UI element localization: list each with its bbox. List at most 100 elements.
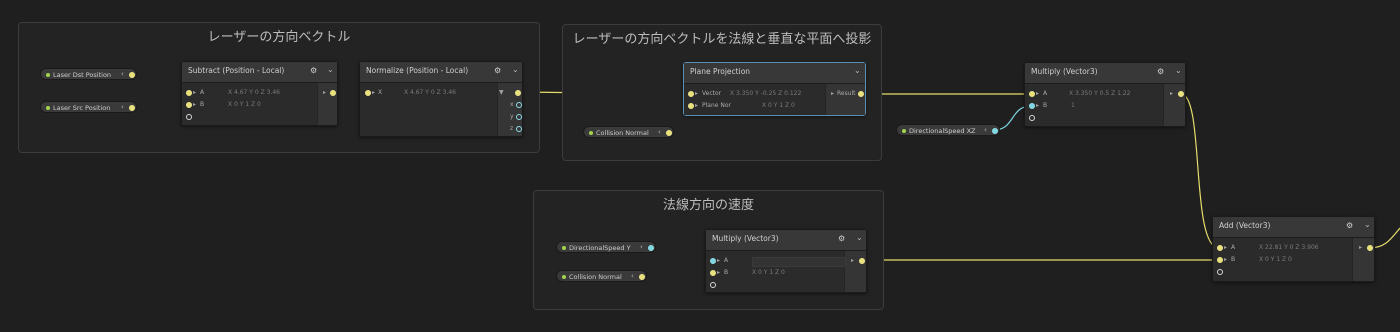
property-label: DirectionalSpeed XZ	[909, 127, 976, 135]
input-fields-b[interactable]: 1	[1071, 102, 1075, 109]
input-port-x[interactable]	[365, 90, 371, 96]
chevron-left-icon: ‹	[121, 70, 124, 78]
property-collision-normal-2[interactable]: Collision Normal ‹	[556, 270, 647, 282]
input-fields-b[interactable]: X 0 Y 1 Z 0	[228, 101, 261, 108]
node-title: Subtract (Position - Local)	[188, 66, 285, 75]
property-type-dot	[562, 245, 566, 250]
input-fields-b[interactable]: X 0 Y 1 Z 0	[752, 269, 785, 276]
gear-icon[interactable]: ⚙	[1346, 221, 1353, 230]
node-header[interactable]: Subtract (Position - Local) ⚙ ⌄	[182, 62, 337, 83]
input-fields-a[interactable]: X 4.67 Y 0 Z 3.46	[228, 89, 280, 96]
group-title[interactable]: 法線方向の速度	[534, 194, 883, 213]
node-plane-projection[interactable]: Plane Projection ⌄ ▸ Vector X 3.350 Y -0…	[683, 62, 866, 116]
output-port-y[interactable]	[516, 114, 522, 120]
output-label-z: z	[510, 125, 514, 132]
node-header[interactable]: Multiply (Vector3) ⚙ ⌄	[1025, 63, 1185, 84]
input-port-a[interactable]	[710, 258, 716, 264]
output-port[interactable]	[515, 90, 521, 96]
output-port[interactable]	[1367, 245, 1373, 251]
collapse-arrow-icon[interactable]: ▼	[499, 89, 504, 96]
add-input-port[interactable]	[1217, 269, 1223, 275]
chevron-down-icon[interactable]: ⌄	[512, 65, 519, 74]
input-fields-vector[interactable]: X 3.350 Y -0.25 Z 0.122	[730, 90, 801, 97]
input-label-vector: Vector	[702, 90, 722, 97]
input-port-a[interactable]	[186, 90, 192, 96]
add-input-port[interactable]	[1029, 115, 1035, 121]
arrow-icon: ▸	[717, 269, 721, 276]
node-title: Multiply (Vector3)	[1031, 67, 1098, 76]
node-normalize[interactable]: Normalize (Position - Local) ⚙ ⌄ ▸ X X 4…	[359, 61, 523, 137]
node-title: Add (Vector3)	[1219, 221, 1271, 230]
property-laser-dst-position[interactable]: Laser Dst Position ‹	[40, 68, 137, 80]
input-fields-x[interactable]: X 4.67 Y 0 Z 3.46	[404, 89, 456, 96]
input-label-a: A	[200, 89, 205, 96]
gear-icon[interactable]: ⚙	[838, 234, 845, 243]
add-input-port[interactable]	[710, 282, 716, 288]
chevron-left-icon: ‹	[640, 243, 643, 251]
property-label: Collision Normal	[596, 129, 649, 137]
input-port-b[interactable]	[186, 102, 192, 108]
property-directional-speed-y[interactable]: DirectionalSpeed Y ‹	[556, 241, 656, 253]
input-port-b[interactable]	[1029, 103, 1035, 109]
input-fields-a[interactable]: X 22.81 Y 0 Z 3.906	[1259, 244, 1319, 251]
gear-icon[interactable]: ⚙	[494, 66, 501, 75]
node-subtract[interactable]: Subtract (Position - Local) ⚙ ⌄ ▸ A X 4.…	[181, 61, 338, 126]
add-input-port[interactable]	[186, 114, 192, 120]
input-fields-b[interactable]: X 0 Y 1 Z 0	[1259, 256, 1292, 263]
property-laser-src-position[interactable]: Laser Src Position ‹	[40, 101, 137, 113]
input-label-a: A	[1043, 90, 1048, 97]
output-port[interactable]	[859, 258, 865, 264]
output-port-x[interactable]	[516, 102, 522, 108]
input-fields-a[interactable]: X 3.350 Y 0.5 Z 1.22	[1069, 90, 1131, 97]
output-port-result[interactable]	[858, 91, 864, 97]
output-label-x: x	[510, 101, 514, 108]
node-header[interactable]: Normalize (Position - Local) ⚙ ⌄	[360, 62, 522, 83]
output-port[interactable]	[129, 104, 135, 111]
output-port[interactable]	[1178, 91, 1184, 97]
input-label-b: B	[1231, 256, 1236, 263]
output-port[interactable]	[992, 127, 998, 134]
input-port-a[interactable]	[1217, 245, 1223, 251]
property-directional-speed-xz[interactable]: DirectionalSpeed XZ ‹	[896, 124, 1000, 136]
chevron-down-icon[interactable]: ⌄	[1364, 220, 1371, 229]
chevron-down-icon[interactable]: ⌄	[327, 65, 334, 74]
group-title[interactable]: レーザーの方向ベクトルを法線と垂直な平面へ投影	[563, 28, 881, 47]
node-multiply-top[interactable]: Multiply (Vector3) ⚙ ⌄ ▸ A X 3.350 Y 0.5…	[1024, 62, 1186, 127]
output-port[interactable]	[666, 129, 672, 136]
input-port-b[interactable]	[710, 270, 716, 276]
output-port[interactable]	[648, 244, 654, 251]
input-field-a[interactable]	[752, 257, 846, 267]
node-add[interactable]: Add (Vector3) ⚙ ⌄ ▸ A X 22.81 Y 0 Z 3.90…	[1212, 216, 1375, 282]
input-port-vector[interactable]	[688, 91, 694, 97]
node-header[interactable]: Multiply (Vector3) ⚙ ⌄	[706, 230, 866, 251]
arrow-icon: ▸	[695, 102, 699, 109]
gear-icon[interactable]: ⚙	[310, 66, 317, 75]
property-type-dot	[589, 130, 593, 135]
group-title[interactable]: レーザーの方向ベクトル	[19, 26, 539, 45]
input-port-b[interactable]	[1217, 257, 1223, 263]
input-fields-plane-normal[interactable]: X 0 Y 1 Z 0	[762, 102, 795, 109]
property-label: DirectionalSpeed Y	[569, 244, 631, 252]
arrow-icon: ▸	[831, 90, 835, 97]
property-type-dot	[562, 274, 566, 279]
output-port[interactable]	[639, 273, 645, 280]
output-port[interactable]	[129, 71, 135, 78]
output-port-z[interactable]	[516, 126, 522, 132]
node-header[interactable]: Add (Vector3) ⚙ ⌄	[1213, 217, 1374, 238]
property-label: Collision Normal	[569, 273, 622, 281]
chevron-down-icon[interactable]: ⌄	[856, 233, 863, 242]
input-label-b: B	[724, 269, 729, 276]
chevron-left-icon: ‹	[121, 103, 124, 111]
input-label-a: A	[1231, 244, 1236, 251]
chevron-down-icon[interactable]: ⌄	[1175, 66, 1182, 75]
property-type-dot	[46, 105, 50, 110]
input-port-a[interactable]	[1029, 91, 1035, 97]
property-collision-normal[interactable]: Collision Normal ‹	[583, 126, 674, 138]
node-multiply-bottom[interactable]: Multiply (Vector3) ⚙ ⌄ ▸ A ▸ B X 0 Y 1 Z…	[705, 229, 867, 293]
chevron-down-icon[interactable]: ⌄	[854, 66, 861, 75]
input-label-b: B	[200, 101, 205, 108]
gear-icon[interactable]: ⚙	[1157, 67, 1164, 76]
output-port[interactable]	[330, 90, 336, 96]
input-port-plane-normal[interactable]	[688, 103, 694, 109]
node-header[interactable]: Plane Projection ⌄	[684, 63, 865, 84]
